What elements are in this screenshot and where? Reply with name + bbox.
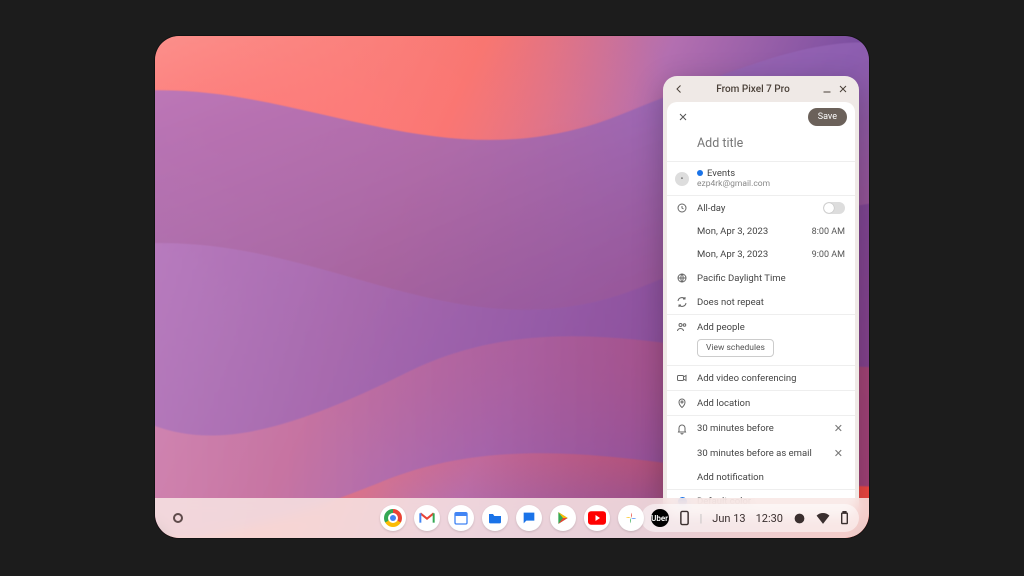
calendar-name: Events xyxy=(707,168,735,179)
remove-notification-2[interactable]: ✕ xyxy=(832,447,845,460)
app-messages[interactable] xyxy=(516,505,542,531)
add-conferencing-label: Add video conferencing xyxy=(697,373,845,384)
add-conferencing-row[interactable]: Add video conferencing xyxy=(667,366,855,390)
notification-1-label: 30 minutes before xyxy=(697,423,824,434)
app-chrome[interactable] xyxy=(380,505,406,531)
back-button[interactable] xyxy=(671,81,687,97)
minimize-button[interactable] xyxy=(819,81,835,97)
play-icon xyxy=(556,510,570,526)
files-icon xyxy=(487,510,503,526)
tray-date: Jun 13 xyxy=(712,512,745,525)
messages-icon xyxy=(521,510,537,526)
save-button[interactable]: Save xyxy=(808,108,847,126)
repeat-label: Does not repeat xyxy=(697,297,845,308)
photos-icon xyxy=(623,510,639,526)
calendar-account-row[interactable]: • Events ezp4rk@gmail.com xyxy=(667,162,855,195)
repeat-icon xyxy=(675,296,689,308)
calendar-icon xyxy=(453,510,469,526)
app-calendar[interactable] xyxy=(448,505,474,531)
phone-hub-app-badge[interactable]: Uber xyxy=(651,509,669,527)
video-icon xyxy=(675,372,689,384)
add-location-row[interactable]: Add location xyxy=(667,391,855,415)
all-day-row[interactable]: All-day xyxy=(667,196,855,220)
desktop: From Pixel 7 Pro Save Add title • Events xyxy=(155,36,869,538)
close-window-button[interactable] xyxy=(835,81,851,97)
start-date[interactable]: Mon, Apr 3, 2023 xyxy=(697,226,804,237)
start-time[interactable]: 8:00 AM xyxy=(812,227,845,237)
phone-icon xyxy=(679,510,690,526)
phone-stream-window: From Pixel 7 Pro Save Add title • Events xyxy=(663,76,859,517)
all-day-label: All-day xyxy=(697,203,815,214)
status-tray[interactable]: Uber | Jun 13 12:30 xyxy=(641,504,859,532)
location-icon xyxy=(675,397,689,409)
end-datetime-row[interactable]: Mon, Apr 3, 2023 9:00 AM xyxy=(667,243,855,266)
battery-icon xyxy=(840,511,849,525)
add-people-row[interactable]: Add people xyxy=(667,315,855,339)
app-gmail[interactable] xyxy=(414,505,440,531)
app-photos[interactable] xyxy=(618,505,644,531)
tray-time: 12:30 xyxy=(756,512,783,525)
all-day-toggle[interactable] xyxy=(823,202,845,214)
shelf: Uber | Jun 13 12:30 xyxy=(155,498,869,538)
window-title: From Pixel 7 Pro xyxy=(687,84,819,95)
timezone-label: Pacific Daylight Time xyxy=(697,273,845,284)
clock-icon xyxy=(675,202,689,214)
app-play[interactable] xyxy=(550,505,576,531)
end-date[interactable]: Mon, Apr 3, 2023 xyxy=(697,249,804,260)
add-notification-label: Add notification xyxy=(697,472,845,483)
people-icon xyxy=(675,321,689,333)
app-youtube[interactable] xyxy=(584,505,610,531)
calendar-account-email: ezp4rk@gmail.com xyxy=(697,179,845,189)
notification-row-2[interactable]: 30 minutes before as email ✕ xyxy=(667,441,855,466)
window-titlebar[interactable]: From Pixel 7 Pro xyxy=(663,76,859,102)
start-datetime-row[interactable]: Mon, Apr 3, 2023 8:00 AM xyxy=(667,220,855,243)
remove-notification-1[interactable]: ✕ xyxy=(832,422,845,435)
close-editor-button[interactable] xyxy=(675,109,691,125)
gmail-icon xyxy=(419,512,435,524)
timezone-row[interactable]: Pacific Daylight Time xyxy=(667,266,855,290)
app-files[interactable] xyxy=(482,505,508,531)
calendar-event-editor: Save Add title • Events ezp4rk@gmail.com… xyxy=(667,102,855,513)
notification-2-label: 30 minutes before as email xyxy=(697,448,824,459)
view-schedules-button[interactable]: View schedules xyxy=(697,339,774,357)
account-avatar: • xyxy=(675,172,689,186)
repeat-row[interactable]: Does not repeat xyxy=(667,290,855,314)
end-time[interactable]: 9:00 AM xyxy=(812,250,845,260)
chrome-icon xyxy=(384,509,402,527)
launcher-button[interactable] xyxy=(163,503,193,533)
shelf-apps xyxy=(380,505,644,531)
add-notification-row[interactable]: Add notification xyxy=(667,466,855,489)
bell-icon xyxy=(675,423,689,435)
globe-icon xyxy=(675,272,689,284)
add-people-label: Add people xyxy=(697,322,845,333)
wifi-icon xyxy=(816,512,830,524)
event-title-input[interactable]: Add title xyxy=(667,128,855,161)
notification-row-1[interactable]: 30 minutes before ✕ xyxy=(667,416,855,441)
network-icon xyxy=(793,512,806,525)
add-location-label: Add location xyxy=(697,398,845,409)
youtube-icon xyxy=(588,511,606,525)
